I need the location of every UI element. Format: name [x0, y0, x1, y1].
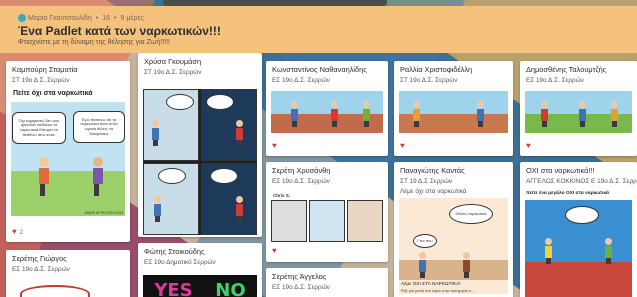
post-title: Φώτης Στοικούδης — [144, 247, 205, 256]
no-label: NO — [215, 279, 246, 297]
post-title: Καμπούρη Σταματία — [12, 65, 78, 74]
comic-image[interactable]: πείτε ένα μεγάλο ΟΧΙ στα ναρκωτικά — [525, 190, 632, 297]
like-button[interactable]: ♥ — [400, 141, 405, 150]
comic-credit: MADE AT PIXTON.COM — [84, 211, 123, 215]
speech-bubble: Γεια σου — [413, 234, 437, 248]
like-button[interactable]: ♥ — [272, 246, 277, 255]
post-title: Δημοσθένης Ταλουμτζής — [526, 65, 607, 74]
post-card[interactable]: Ραλλία Χριστοφιδέλλη ΣΤ 19ο Δ.Σ. Σερρών … — [394, 61, 513, 156]
comic-sign: Λέμε ΟΧΙ ΣΤΑ ΝΑΡΚΩΤΙΚΑ! — [401, 282, 461, 287]
page-title: Ένα Padlet κατά των ναρκωτικών!!! — [18, 24, 221, 38]
post-card[interactable]: Καμπούρη Σταματία ΣΤ 19ο Δ.Σ. Σερρών Πεί… — [6, 61, 130, 242]
post-body: ΣΤ 19ο Δ.Σ. Σερρών — [400, 77, 458, 84]
yes-no-image[interactable]: YES NO — [143, 275, 257, 297]
separator-dot: • — [114, 15, 117, 22]
vote-count: 16 — [102, 15, 111, 22]
like-count: 2 — [19, 230, 24, 236]
post-body: ΕΣ 19ο Δ.Σ. Σερρών — [526, 77, 584, 84]
post-title: Σερέτης Άγγελος — [272, 272, 327, 281]
comic-image[interactable] — [525, 91, 632, 133]
separator-dot: • — [95, 15, 99, 22]
like-button[interactable]: ♥ — [272, 141, 277, 150]
speech-bubble: Θέλεις ναρκωτικά — [449, 204, 493, 224]
post-body: ΕΣ 19ο Δ.Σ. Σερρών — [272, 77, 330, 84]
post-card[interactable]: Δημοσθένης Ταλουμτζής ΕΣ 19ο Δ.Σ. Σερρών… — [520, 61, 637, 156]
page-subtitle: Φτιαχνίστε με τη δύναμη της θέλησης για … — [18, 39, 170, 46]
post-body: ΣΤ 19ο Δ.Σ. Σερρών — [12, 77, 70, 84]
comic-character — [39, 157, 49, 197]
comic-image[interactable] — [399, 91, 508, 133]
like-button[interactable]: ♥ 2 — [12, 227, 23, 236]
post-title: Σερέτη Χρυσάνθη — [272, 166, 331, 175]
speech-bubble: Εγώ πιστεύω ότι τα ναρκωτικά είναι πολύ … — [73, 111, 125, 143]
like-button[interactable]: ♥ — [526, 141, 531, 150]
speech-bubble: Όχι ευχαριστώ δεν μου αρέσουν καθόλου τα… — [12, 112, 66, 144]
post-body: ΣΤ 19 Δ.Σ Σερρών — [400, 178, 453, 185]
image-stamp — [20, 285, 90, 297]
comic-character — [93, 157, 103, 197]
comic-image[interactable]: Θέλεις ναρκωτικά Γεια σου Λέμε ΟΧΙ ΣΤΑ Ν… — [399, 198, 508, 294]
post-body: ΕΣ 19ο Δ.Σ. Σερρών — [12, 266, 70, 273]
post-title: Παναγιώτης Καντάς — [400, 166, 465, 175]
post-body: ΑΓΓΕΛΟΣ ΚΟΚΚΙΝΟΣ Ε 19ο Δ.Σ. Σερρών — [526, 178, 637, 185]
comic-image[interactable] — [271, 91, 383, 133]
post-card[interactable]: Χρύσα Γκουμάση ΣΤ 19ο Δ.Σ. Σερρών — [138, 53, 262, 237]
yes-label: YES — [154, 279, 193, 297]
author-name[interactable]: Μαρία Γκαντσουλίδη — [28, 15, 92, 22]
comic-image[interactable]: Πείτε όχι στα ναρκωτικά Όχι ευχαριστώ δε… — [11, 89, 125, 216]
post-body: ΣΤ 19ο Δ.Σ. Σερρών — [144, 69, 202, 76]
post-card[interactable]: Σερέτης Γιώργος ΕΣ 19ο Δ.Σ. Σερρών — [6, 250, 130, 297]
comic-image[interactable] — [143, 89, 257, 235]
comic-headline: πείτε ένα μεγάλο ΟΧΙ στα ναρκωτικά — [526, 191, 609, 196]
comic-author: Chris S. — [273, 193, 291, 198]
post-body: ΕΣ 19ο Δ.Σ. Σερρών — [272, 284, 330, 291]
comic-footer: Ρίξε μια ματιά στο κόμικ στην κατηγορία … — [401, 289, 474, 293]
comic-image[interactable]: Chris S. — [271, 192, 383, 242]
post-body: ΕΣ 19ο Δ.Σ. Σερρών — [272, 178, 330, 185]
post-card[interactable]: Φώτης Στοικούδης ΕΣ 19ο Δημοτικό Σερρών … — [138, 243, 262, 297]
post-card[interactable]: Σερέτη Χρυσάνθη ΕΣ 19ο Δ.Σ. Σερρών Chris… — [266, 162, 388, 262]
comic-headline: Πείτε όχι στα ναρκωτικά — [13, 90, 93, 97]
post-title: ΟΧΙ στα ναρκωτικά!!! — [526, 166, 595, 175]
post-body: ΕΣ 19ο Δημοτικό Σερρών — [144, 259, 216, 266]
post-title: Κωνσταντίνος Ναθαναηλίδης — [272, 65, 367, 74]
post-card[interactable]: Κωνσταντίνος Ναθαναηλίδης ΕΣ 19ο Δ.Σ. Σε… — [266, 61, 388, 156]
padlet-header: Μαρία Γκαντσουλίδη • 16 • 9 μέρες Ένα Pa… — [0, 6, 637, 53]
post-title: Ραλλία Χριστοφιδέλλη — [400, 65, 473, 74]
post-caption: Λέμε όχι στα ναρκωτικά — [400, 188, 467, 195]
post-card[interactable]: Παναγιώτης Καντάς ΣΤ 19 Δ.Σ Σερρών Λέμε … — [394, 162, 513, 297]
post-card[interactable]: Σερέτης Άγγελος ΕΣ 19ο Δ.Σ. Σερρών — [266, 268, 388, 297]
post-title: Χρύσα Γκουμάση — [144, 57, 202, 66]
author-avatar[interactable] — [18, 14, 26, 22]
post-card[interactable]: ΟΧΙ στα ναρκωτικά!!! ΑΓΓΕΛΟΣ ΚΟΚΚΙΝΟΣ Ε … — [520, 162, 637, 297]
header-meta: Μαρία Γκαντσουλίδη • 16 • 9 μέρες — [28, 15, 144, 22]
post-age: 9 μέρες — [120, 15, 144, 22]
post-title: Σερέτης Γιώργος — [12, 254, 67, 263]
